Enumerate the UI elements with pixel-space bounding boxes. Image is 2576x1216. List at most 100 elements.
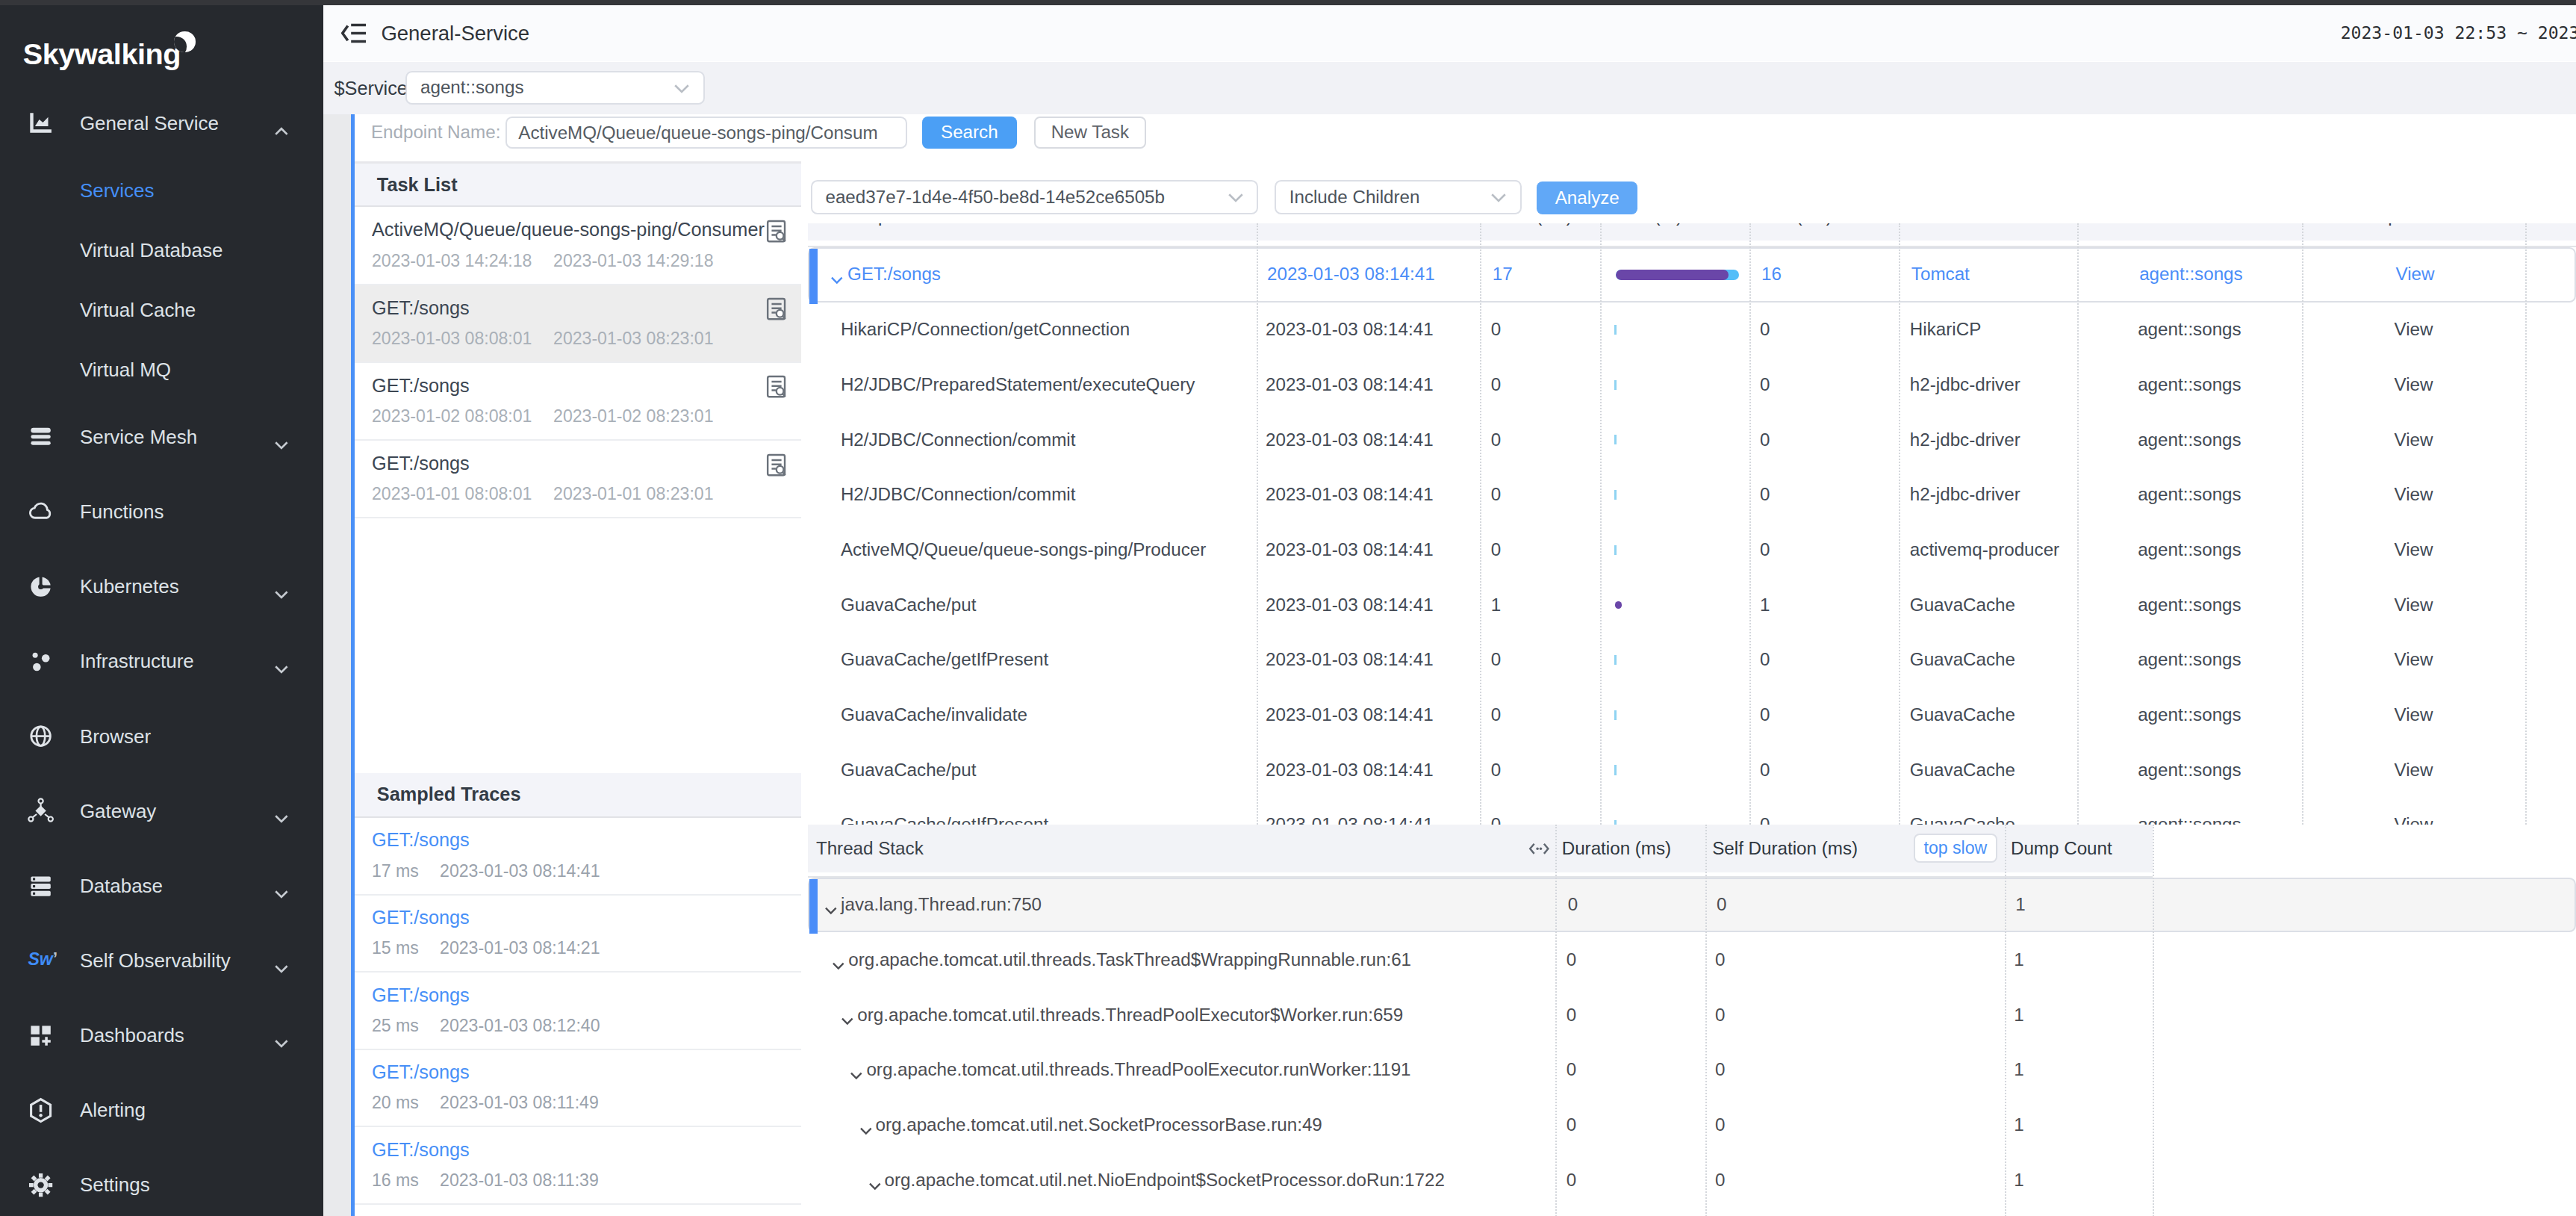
span-api: HikariCP xyxy=(1910,319,1981,340)
include-children-select[interactable]: Include Children xyxy=(1275,180,1522,214)
chevron-down-icon[interactable] xyxy=(830,268,844,289)
view-task-logs-icon[interactable] xyxy=(763,218,789,244)
task-list-item[interactable]: GET:/songs2023-01-02 08:08:012023-01-02 … xyxy=(355,363,801,441)
sampled-trace-item[interactable]: GET:/songs20 ms2023-01-03 08:11:49 xyxy=(355,1050,801,1128)
thread-frame-name: org.apache.tomcat.util.threads.ThreadPoo… xyxy=(857,1005,1403,1026)
sampled-trace-item[interactable]: GET:/songs16 ms2023-01-03 08:11:39 xyxy=(355,1127,801,1205)
chevron-down-icon[interactable] xyxy=(868,1174,882,1195)
view-span-link[interactable]: View xyxy=(2303,264,2527,285)
endpoint-name-label: Endpoint Name: xyxy=(371,114,500,150)
trace-endpoint-link[interactable]: GET:/songs xyxy=(372,1139,470,1161)
span-row[interactable]: H2/JDBC/PreparedStatement/executeQuery20… xyxy=(808,357,2576,412)
span-row[interactable]: ActiveMQ/Queue/queue-songs-ping/Producer… xyxy=(808,522,2576,577)
sidebar-item-browser[interactable]: Browser xyxy=(0,699,323,774)
chevron-down-icon[interactable] xyxy=(832,954,845,975)
sidebar-item-virtual-mq[interactable]: Virtual MQ xyxy=(0,340,323,400)
task-end-time: 2023-01-03 14:29:18 xyxy=(553,251,713,270)
new-task-button[interactable]: New Task xyxy=(1034,117,1146,149)
thread-stack-row[interactable]: org.apache.tomcat.util.net.SocketProcess… xyxy=(808,1098,2576,1153)
cloud-icon xyxy=(28,499,54,525)
span-service: agent::songs xyxy=(2077,319,2302,340)
span-row[interactable]: GuavaCache/put2023-01-03 08:14:4100Guava… xyxy=(808,742,2576,798)
view-span-link[interactable]: View xyxy=(2302,539,2525,560)
thread-stack-row[interactable]: org.apache.tomcat.util.threads.ThreadPoo… xyxy=(808,1043,2576,1098)
time-range[interactable]: 2023-01-03 22:53 ~ 2023 xyxy=(2341,5,2576,62)
span-api: h2-jdbc-driver xyxy=(1910,429,2020,450)
endpoint-name-input[interactable] xyxy=(505,117,907,149)
top-slow-button[interactable]: top slow xyxy=(1914,834,1997,863)
trace-meta: 17 ms2023-01-03 08:14:41 xyxy=(372,861,419,881)
thread-stack-row[interactable]: org.apache.tomcat.util.threads.TaskThrea… xyxy=(808,932,2576,987)
thread-stack-row[interactable]: java.lang.Thread.run:750001 xyxy=(808,878,2576,933)
sidebar-item-infrastructure[interactable]: Infrastructure xyxy=(0,624,323,699)
resize-horizontal-icon[interactable] xyxy=(1528,838,1550,860)
sidebar-item-general-service[interactable]: General Service xyxy=(0,86,323,161)
chevron-down-icon[interactable] xyxy=(841,1009,854,1030)
sidebar-item-dashboards[interactable]: Dashboards xyxy=(0,998,323,1073)
search-button[interactable]: Search xyxy=(922,117,1017,149)
span-row[interactable]: GuavaCache/put2023-01-03 08:14:4111Guava… xyxy=(808,577,2576,633)
view-span-link[interactable]: View xyxy=(2302,374,2525,395)
trace-endpoint-link[interactable]: GET:/songs xyxy=(372,907,470,928)
span-row[interactable]: GuavaCache/getIfPresent2023-01-03 08:14:… xyxy=(808,798,2576,825)
view-span-link[interactable]: View xyxy=(2302,814,2525,825)
span-endpoint-name: HikariCP/Connection/getConnection xyxy=(841,319,1130,340)
chevron-down-icon[interactable] xyxy=(850,1064,863,1085)
sidebar-item-functions[interactable]: Functions xyxy=(0,475,323,550)
service-select[interactable]: agent::songs xyxy=(405,71,704,105)
span-row[interactable]: GET:/songs2023-01-03 08:14:411716Tomcata… xyxy=(808,247,2576,303)
sampled-trace-item[interactable]: GET:/songs25 ms2023-01-03 08:12:40 xyxy=(355,973,801,1050)
trace-endpoint-link[interactable]: GET:/songs xyxy=(372,829,470,851)
thread-dump-count: 1 xyxy=(2014,949,2023,970)
sampled-trace-item[interactable]: GET:/songs 17 ms2023-01-03 08:14:41 xyxy=(355,818,801,896)
analyze-button[interactable]: Analyze xyxy=(1537,182,1637,214)
trace-id-value: eaed37e7-1d4e-4f50-be8d-14e52ce6505b xyxy=(825,187,1165,208)
thread-stack-row[interactable]: org.apache.tomcat.util.threads.ThreadPoo… xyxy=(808,987,2576,1043)
view-span-link[interactable]: View xyxy=(2302,595,2525,615)
thread-stack-row[interactable]: org.apache.tomcat.util.net.NioEndpoint$S… xyxy=(808,1153,2576,1208)
sidebar-item-database[interactable]: Database xyxy=(0,849,323,923)
task-list-item[interactable]: ActiveMQ/Queue/queue-songs-ping/Consumer… xyxy=(355,208,801,285)
layers-icon xyxy=(28,424,54,450)
thread-stack-header: Thread Stack Duration (ms) Self Duration… xyxy=(808,825,2153,872)
span-row[interactable]: HikariCP/Connection/getConnection2023-01… xyxy=(808,303,2576,358)
span-endpoint-name: GET:/songs xyxy=(847,264,941,285)
sidebar-item-gateway[interactable]: Gateway xyxy=(0,774,323,849)
view-span-link[interactable]: View xyxy=(2302,484,2525,505)
view-span-link[interactable]: View xyxy=(2302,704,2525,725)
view-span-link[interactable]: View xyxy=(2302,429,2525,450)
view-span-link[interactable]: View xyxy=(2302,760,2525,781)
sidebar-item-kubernetes[interactable]: Kubernetes xyxy=(0,550,323,624)
sidebar-item-settings[interactable]: Settings xyxy=(0,1147,323,1216)
span-row[interactable]: H2/JDBC/Connection/commit2023-01-03 08:1… xyxy=(808,412,2576,468)
view-task-logs-icon[interactable] xyxy=(763,296,789,322)
sidebar-item-virtual-cache[interactable]: Virtual Cache xyxy=(0,280,323,340)
skywalking-app: Skywalking General ServiceServicesVirtua… xyxy=(0,0,2576,1216)
trace-endpoint-link[interactable]: GET:/songs xyxy=(372,984,470,1006)
span-self-ms: 0 xyxy=(1760,814,1770,825)
view-span-link[interactable]: View xyxy=(2302,319,2525,340)
sampled-trace-item[interactable]: GET:/songs15 ms2023-01-03 08:14:21 xyxy=(355,896,801,973)
span-row[interactable]: GuavaCache/invalidate2023-01-03 08:14:41… xyxy=(808,687,2576,742)
task-list-item[interactable]: GET:/songs2023-01-01 08:08:012023-01-01 … xyxy=(355,441,801,518)
span-self-ms: 16 xyxy=(1761,264,1782,285)
chevron-down-icon[interactable] xyxy=(859,1119,873,1140)
view-task-logs-icon[interactable] xyxy=(763,452,789,478)
view-span-link[interactable]: View xyxy=(2302,649,2525,670)
span-row[interactable]: GuavaCache/getIfPresent2023-01-03 08:14:… xyxy=(808,633,2576,688)
thread-stack-panel: Thread Stack Duration (ms) Self Duration… xyxy=(808,825,2576,1216)
sidebar-item-services[interactable]: Services xyxy=(0,161,323,220)
view-task-logs-icon[interactable] xyxy=(763,373,789,400)
sidebar-item-service-mesh[interactable]: Service Mesh xyxy=(0,400,323,474)
task-list-item[interactable]: GET:/songs2023-01-03 08:08:012023-01-03 … xyxy=(355,285,801,363)
sidebar-item-self-observability[interactable]: Sw’Self Observability xyxy=(0,923,323,998)
span-row[interactable]: H2/JDBC/Connection/commit2023-01-03 08:1… xyxy=(808,468,2576,523)
sidebar-item-alerting[interactable]: Alerting xyxy=(0,1073,323,1147)
sidebar-item-label: Service Mesh xyxy=(80,426,197,449)
trace-id-select[interactable]: eaed37e7-1d4e-4f50-be8d-14e52ce6505b xyxy=(811,180,1259,214)
menu-collapse-icon[interactable] xyxy=(341,22,366,45)
trace-endpoint-link[interactable]: GET:/songs xyxy=(372,1061,470,1083)
chevron-down-icon[interactable] xyxy=(824,899,838,919)
sidebar-item-label: Browser xyxy=(80,725,151,748)
sidebar-item-virtual-database[interactable]: Virtual Database xyxy=(0,220,323,280)
